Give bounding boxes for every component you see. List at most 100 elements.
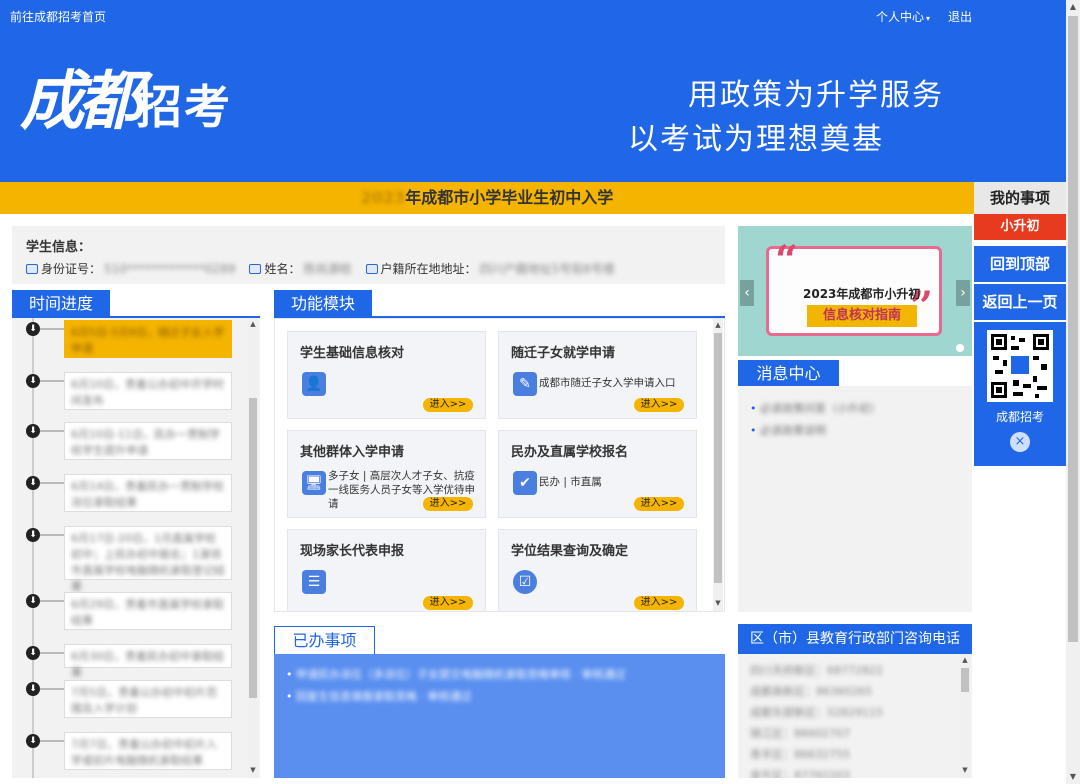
phone-item: 锦江区：86602707 <box>750 727 850 740</box>
card-result-query[interactable]: 学位结果查询及确定 ☑ 进入>> <box>498 529 697 611</box>
home-link[interactable]: 前往成都招考首页 <box>10 8 106 25</box>
id-label: 身份证号： <box>41 262 102 276</box>
address-label: 户籍所在地地址： <box>380 262 477 276</box>
scroll-up-icon[interactable]: ▲ <box>713 321 723 331</box>
done-item[interactable]: 申请民办派位（多派位）子女提交电脑随机录取资格审核 · 审核通过 <box>286 664 626 686</box>
timeline-heading: 时间进度 <box>12 290 110 318</box>
arrow-down-icon: ⬇ <box>26 594 40 608</box>
card-title: 民办及直属学校报名 <box>511 445 629 460</box>
carousel-line-1: 2023年成都市小升初 <box>803 287 921 301</box>
carousel-dot[interactable] <box>956 344 964 352</box>
student-info-heading: 学生信息： <box>26 240 92 255</box>
title-year: 2023 <box>360 188 406 207</box>
student-info-panel: 学生信息： 身份证号： 510*************0289 姓名： 陈尚源晗 … <box>12 226 725 284</box>
scroll-up-icon[interactable]: ▲ <box>248 320 258 330</box>
address-icon <box>365 263 378 274</box>
scroll-down-icon[interactable]: ▼ <box>713 599 723 609</box>
phone-item: 成都高新区：86360265 <box>750 685 872 698</box>
page-scrollbar[interactable]: ▲ ▼ <box>1066 0 1080 784</box>
monitor-user-icon: 🖥 <box>302 471 326 495</box>
card-private-schools[interactable]: 民办及直属学校报名 ✔ 民办 | 市直属 进入>> <box>498 430 697 518</box>
phone-scrollbar[interactable]: ▲ ▼ <box>960 654 970 778</box>
logout-link[interactable]: 退出 <box>948 8 972 25</box>
functions-scrollbar[interactable]: ▲ ▼ <box>713 319 723 611</box>
back-to-top-button[interactable]: 回到顶部 <box>974 246 1066 282</box>
logo-text-small: 招考 <box>136 80 232 134</box>
id-value: 510*************0289 <box>104 261 236 276</box>
title-text: 年成都市小学毕业生初中入学 <box>405 188 614 207</box>
phone-item: 四川天府新区：68772822 <box>750 664 883 677</box>
carousel-next-icon[interactable]: › <box>956 280 970 306</box>
message-item[interactable]: 必读政策问答（小升初） <box>750 398 881 420</box>
arrow-down-icon: ⬇ <box>26 734 40 748</box>
name-icon <box>249 263 262 274</box>
page-title: 2023年成都市小学毕业生初中入学 <box>0 182 974 214</box>
card-title: 现场家长代表申报 <box>300 544 405 559</box>
phone-item: 成都东部新区：52829115 <box>750 706 883 719</box>
functions-panel: 学生基础信息核对 👤 进入>> 随迁子女就学申请 ✎ 成都市随迁子女入学申请入口… <box>274 318 725 612</box>
scroll-down-icon[interactable]: ▼ <box>248 766 258 776</box>
name-label: 姓名： <box>264 262 301 276</box>
arrow-down-icon: ⬇ <box>26 682 40 696</box>
scroll-down-icon[interactable]: ▼ <box>1066 770 1080 784</box>
slogan-line-2: 以考试为理想奠基 <box>628 122 884 157</box>
arrow-down-icon: ⬇ <box>26 322 40 336</box>
arrow-down-icon: ⬇ <box>26 646 40 660</box>
enter-button[interactable]: 进入>> <box>423 497 473 511</box>
card-title: 学位结果查询及确定 <box>511 544 629 559</box>
quote-open-icon: “ <box>775 237 799 284</box>
card-other-groups[interactable]: 其他群体入学申请 🖥 多子女 | 高层次人才子女、抗疫一线医务人员子女等入学优待… <box>287 430 486 518</box>
enter-button[interactable]: 进入>> <box>423 398 473 412</box>
carousel-prev-icon[interactable]: ‹ <box>740 280 754 306</box>
timeline-panel: ⬇ 6月5日-5月9日，随迁子女入学申请 ⬇ 6月10日，贵着公办初中开学时间发布 … <box>12 318 260 778</box>
qr-code-image <box>987 330 1053 402</box>
card-migrant-children[interactable]: 随迁子女就学申请 ✎ 成都市随迁子女入学申请入口 进入>> <box>498 331 697 419</box>
card-basic-info[interactable]: 学生基础信息核对 👤 进入>> <box>287 331 486 419</box>
functions-heading: 功能模块 <box>274 290 372 318</box>
address-value: 四川户籍地址5号街8号楼 <box>479 262 615 276</box>
result-icon: ☑ <box>513 570 537 594</box>
card-description: 民办 | 市直属 <box>539 476 602 488</box>
edit-document-icon: ✎ <box>513 372 537 396</box>
phone-item: 青羊区：86632755 <box>750 748 850 761</box>
arrow-down-icon: ⬇ <box>26 476 40 490</box>
enter-button[interactable]: 进入>> <box>634 497 684 511</box>
messages-panel: 必读政策问答（小升初） 必读政策说明 <box>738 386 972 612</box>
slogan-line-1: 用政策为升学服务 <box>688 78 944 113</box>
name-value: 陈尚源晗 <box>303 262 352 276</box>
user-center-menu[interactable]: 个人中心 ▾ <box>876 8 930 25</box>
banner: 成都招考 用政策为升学服务 以考试为理想奠基 <box>0 32 1066 182</box>
caret-down-icon: ▾ <box>926 14 931 23</box>
card-description: 成都市随迁子女入学申请入口 <box>539 377 676 389</box>
site-logo[interactable]: 成都招考 <box>20 50 232 142</box>
done-panel: 申请民办派位（多派位）子女提交电脑随机录取资格审核 · 审核通过 回复生信息填报… <box>274 654 725 778</box>
phone-list: 四川天府新区：68772822 成都高新区：86360265 成都东部新区：52… <box>738 654 972 778</box>
card-parent-rep[interactable]: 现场家长代表申报 ☰ 进入>> <box>287 529 486 611</box>
back-prev-button[interactable]: 返回上一页 <box>974 284 1066 320</box>
side-heading: 我的事项 <box>974 182 1066 214</box>
messages-heading: 消息中心 <box>738 360 839 388</box>
done-item[interactable]: 回复生信息填报录取资格 · 审核通过 <box>286 686 626 708</box>
side-tag[interactable]: 小升初 <box>974 214 1066 240</box>
arrow-down-icon: ⬇ <box>26 528 40 542</box>
card-title: 学生基础信息核对 <box>300 346 405 361</box>
carousel-line-2: 信息核对指南 <box>807 305 917 327</box>
carousel-slide: “ ” 2023年成都市小升初 信息核对指南 <box>766 237 942 336</box>
scroll-up-icon[interactable]: ▲ <box>1066 0 1080 14</box>
scroll-down-icon[interactable]: ▼ <box>960 766 970 776</box>
arrow-down-icon: ⬇ <box>26 374 40 388</box>
banner-carousel[interactable]: “ ” 2023年成都市小升初 信息核对指南 ‹ › <box>738 226 972 356</box>
message-item[interactable]: 必读政策说明 <box>750 420 881 442</box>
enter-button[interactable]: 进入>> <box>423 596 473 610</box>
scroll-up-icon[interactable]: ▲ <box>960 656 970 666</box>
enter-button[interactable]: 进入>> <box>634 596 684 610</box>
logo-text-big: 成都 <box>20 64 142 139</box>
close-icon[interactable]: × <box>1010 432 1030 452</box>
laptop-check-icon: ✔ <box>513 471 537 495</box>
phone-heading: 区（市）县教育行政部门咨询电话 <box>738 624 972 654</box>
phone-item: 金牛区：87792203 <box>750 769 850 778</box>
timeline-scrollbar[interactable]: ▲ ▼ <box>248 318 258 778</box>
user-icon: 👤 <box>302 372 326 396</box>
enter-button[interactable]: 进入>> <box>634 398 684 412</box>
done-heading: 已办事项 <box>274 626 375 654</box>
